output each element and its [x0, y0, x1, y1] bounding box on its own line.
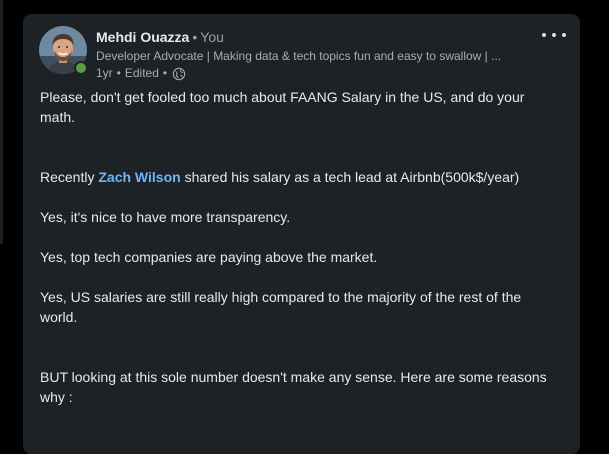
- menu-dot: [552, 33, 556, 37]
- separator-dot: •: [192, 29, 198, 45]
- paragraph-2-suffix: shared his salary as a tech lead at Airb…: [180, 169, 520, 185]
- post-paragraph-3: Yes, it's nice to have more transparency…: [40, 209, 291, 225]
- menu-dot: [562, 33, 566, 37]
- paragraph-2-prefix: Recently: [40, 169, 99, 185]
- post-paragraph-6: BUT looking at this sole number doesn't …: [40, 369, 547, 405]
- post-meta: 1yr • Edited •: [96, 66, 536, 81]
- background-panel-edge: [0, 0, 3, 244]
- edited-label: Edited: [124, 66, 159, 80]
- connection-degree: You: [200, 29, 224, 45]
- author-avatar[interactable]: [39, 26, 88, 75]
- author-name[interactable]: Mehdi Ouazza: [96, 29, 189, 45]
- meta-separator: •: [116, 66, 121, 80]
- post-body: Please, don't get fooled too much about …: [40, 87, 560, 407]
- mention-link[interactable]: Zach Wilson: [98, 169, 180, 185]
- more-options-icon[interactable]: [542, 29, 566, 41]
- meta-separator-2: •: [162, 66, 168, 80]
- post-paragraph-4: Yes, top tech companies are paying above…: [40, 249, 378, 265]
- post-age: 1yr: [96, 66, 113, 80]
- globe-icon[interactable]: [172, 67, 186, 81]
- post-header: Mehdi Ouazza • You Developer Advocate | Ma…: [96, 29, 536, 81]
- post-paragraph-2: Recently Zach Wilson shared his salary a…: [40, 167, 560, 187]
- post-paragraph-5: Yes, US salaries are still really high c…: [40, 289, 522, 325]
- menu-dot: [542, 33, 546, 37]
- post-paragraph-1: Please, don't get fooled too much about …: [40, 89, 525, 125]
- author-name-line: Mehdi Ouazza • You: [96, 29, 536, 46]
- feed-post-card: Mehdi Ouazza • You Developer Advocate | Ma…: [23, 14, 580, 454]
- author-headline: Developer Advocate | Making data & tech …: [96, 49, 502, 63]
- online-status-icon: [74, 61, 88, 75]
